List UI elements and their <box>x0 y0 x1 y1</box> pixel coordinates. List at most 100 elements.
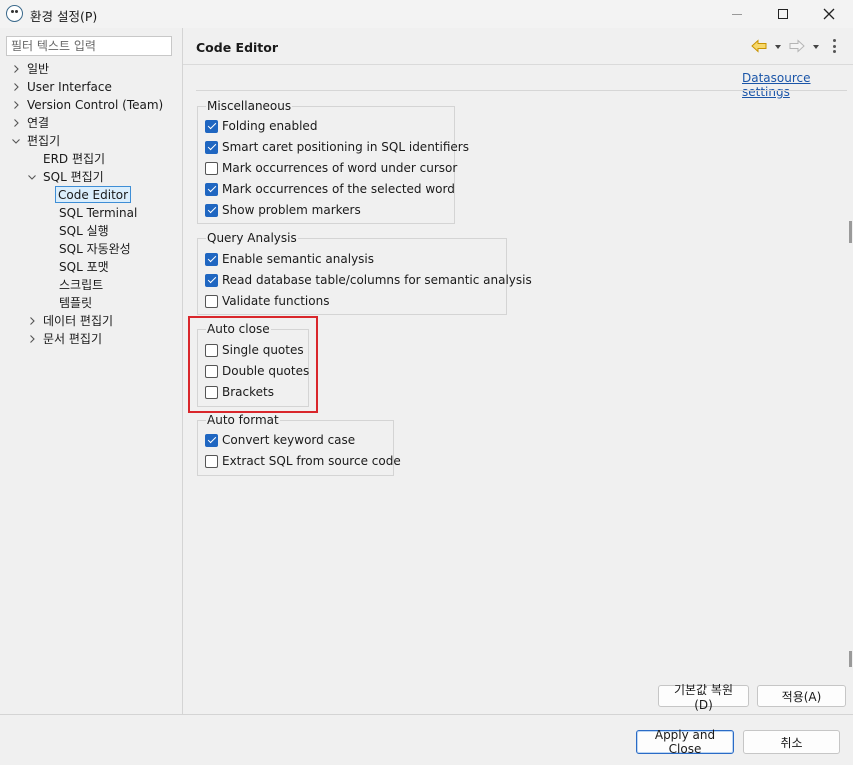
checkbox-checked[interactable] <box>205 433 218 447</box>
show-problem-markers-checkbox[interactable]: Show problem markers <box>205 201 361 219</box>
tree-item-sql-format[interactable]: SQL 포맷 <box>0 258 182 276</box>
chevron-down-icon[interactable] <box>11 132 21 150</box>
folding-enabled-checkbox[interactable]: Folding enabled <box>205 117 317 135</box>
group-auto-format: Auto format Convert keyword case Extract… <box>197 412 401 476</box>
tree-item-label: Version Control (Team) <box>27 98 164 112</box>
tree-item-document-editor[interactable]: 문서 편집기 <box>0 330 182 348</box>
page-title: Code Editor <box>196 40 279 55</box>
back-dropdown-icon[interactable] <box>775 45 781 49</box>
checkbox-unchecked[interactable] <box>205 161 218 175</box>
mark-occurrences-word-checkbox[interactable]: Mark occurrences of word under cursor <box>205 159 457 177</box>
tree-item-label: 데이터 편집기 <box>43 314 114 328</box>
mark-occurrences-selected-checkbox[interactable]: Mark occurrences of the selected word <box>205 180 455 198</box>
chevron-right-icon[interactable] <box>11 60 21 78</box>
tree-item-label: SQL 편집기 <box>43 170 104 184</box>
checkbox-checked[interactable] <box>205 203 218 217</box>
footer-separator <box>0 714 853 715</box>
maximize-button[interactable] <box>760 0 806 28</box>
tree-item-label: 연결 <box>27 116 50 130</box>
tree-item-label: 스크립트 <box>59 278 104 292</box>
tree-item-label: SQL 자동완성 <box>59 242 131 256</box>
checkbox-label: Smart caret positioning in SQL identifie… <box>222 140 469 154</box>
checkbox-checked[interactable] <box>205 252 218 266</box>
tree-item-erd-editor[interactable]: ERD 편집기 <box>0 150 182 168</box>
vertical-ellipsis-icon[interactable] <box>831 39 837 53</box>
tree-item-label: 문서 편집기 <box>43 332 103 346</box>
tree-item-label: SQL Terminal <box>59 206 138 220</box>
chevron-right-icon[interactable] <box>27 330 37 348</box>
close-icon <box>823 8 835 20</box>
maximize-icon <box>778 9 788 19</box>
chevron-down-icon[interactable] <box>27 168 37 186</box>
apply-button[interactable]: 적용(A) <box>757 685 846 707</box>
smart-caret-checkbox[interactable]: Smart caret positioning in SQL identifie… <box>205 138 469 156</box>
title-bar: 환경 설정(P) <box>0 0 853 28</box>
chevron-right-icon[interactable] <box>27 312 37 330</box>
restore-defaults-button[interactable]: 기본값 복원(D) <box>658 683 749 712</box>
filter-input[interactable] <box>6 36 172 56</box>
group-title: Miscellaneous <box>206 98 293 114</box>
tree-item-user-interface[interactable]: User Interface <box>0 78 182 96</box>
back-arrow-icon[interactable] <box>751 39 767 53</box>
tree-item-sql-editor[interactable]: SQL 편집기 <box>0 168 182 186</box>
forward-dropdown-icon[interactable] <box>813 45 819 49</box>
apply-and-close-button[interactable]: Apply and Close <box>636 728 734 756</box>
checkbox-unchecked[interactable] <box>205 454 218 468</box>
checkbox-label: Extract SQL from source code <box>222 454 401 468</box>
checkbox-checked[interactable] <box>205 273 218 287</box>
chevron-right-icon[interactable] <box>11 78 21 96</box>
tree-item-data-editor[interactable]: 데이터 편집기 <box>0 312 182 330</box>
checkbox-label: Read database table/columns for semantic… <box>222 273 532 287</box>
tree-item-connections[interactable]: 연결 <box>0 114 182 132</box>
preference-tree-panel: 일반 User Interface Version Control (Team)… <box>0 28 182 714</box>
tree-item-code-editor[interactable]: Code Editor <box>0 186 182 204</box>
validate-functions-checkbox[interactable]: Validate functions <box>205 292 329 310</box>
tree-item-label: ERD 편집기 <box>43 152 106 166</box>
tree-item-version-control[interactable]: Version Control (Team) <box>0 96 182 114</box>
checkbox-label: Validate functions <box>222 294 330 308</box>
convert-keyword-case-checkbox[interactable]: Convert keyword case <box>205 431 355 449</box>
extract-sql-checkbox[interactable]: Extract SQL from source code <box>205 452 401 470</box>
enable-semantic-analysis-checkbox[interactable]: Enable semantic analysis <box>205 250 374 268</box>
highlight-box <box>188 316 318 413</box>
tree-item-label: 템플릿 <box>59 296 93 310</box>
checkbox-checked[interactable] <box>205 182 218 196</box>
window-title: 환경 설정(P) <box>30 9 98 24</box>
scrollbar-thumb[interactable] <box>849 221 852 243</box>
minimize-icon <box>732 13 742 15</box>
tree-item-sql-terminal[interactable]: SQL Terminal <box>0 204 182 222</box>
scrollbar-thumb[interactable] <box>849 651 852 667</box>
header-separator <box>183 64 853 65</box>
checkbox-unchecked[interactable] <box>205 294 218 308</box>
tree-item-label: 편집기 <box>27 134 61 148</box>
read-database-tables-checkbox[interactable]: Read database table/columns for semantic… <box>205 271 532 289</box>
tree-item-label: SQL 실행 <box>59 224 109 238</box>
group-query-analysis: Query Analysis Enable semantic analysis … <box>197 230 532 315</box>
checkbox-label: Mark occurrences of the selected word <box>222 182 455 196</box>
tree-item-label: SQL 포맷 <box>59 260 109 274</box>
tree-item-label-selected: Code Editor <box>55 186 132 203</box>
close-button[interactable] <box>806 0 852 28</box>
datasource-settings-link[interactable]: Datasource settings <box>742 71 853 99</box>
checkbox-label: Mark occurrences of word under cursor <box>222 161 458 175</box>
content-separator <box>196 90 847 91</box>
tree-item-scripts[interactable]: 스크립트 <box>0 276 182 294</box>
tree-item-sql-completion[interactable]: SQL 자동완성 <box>0 240 182 258</box>
page-header: Code Editor <box>183 28 853 66</box>
minimize-button[interactable] <box>714 0 760 28</box>
checkbox-label: Enable semantic analysis <box>222 252 375 266</box>
checkbox-checked[interactable] <box>205 140 218 154</box>
checkbox-label: Folding enabled <box>222 119 318 133</box>
forward-arrow-icon[interactable] <box>789 39 805 53</box>
tree-item-general[interactable]: 일반 <box>0 60 182 78</box>
tree-item-label: 일반 <box>27 62 50 76</box>
checkbox-label: Convert keyword case <box>222 433 356 447</box>
tree-item-sql-execute[interactable]: SQL 실행 <box>0 222 182 240</box>
group-miscellaneous: Miscellaneous Folding enabled Smart care… <box>197 98 469 224</box>
cancel-button[interactable]: 취소 <box>743 730 840 754</box>
tree-item-editors[interactable]: 편집기 <box>0 132 182 150</box>
chevron-right-icon[interactable] <box>11 96 21 114</box>
checkbox-checked[interactable] <box>205 119 218 133</box>
tree-item-templates[interactable]: 템플릿 <box>0 294 182 312</box>
chevron-right-icon[interactable] <box>11 114 21 132</box>
